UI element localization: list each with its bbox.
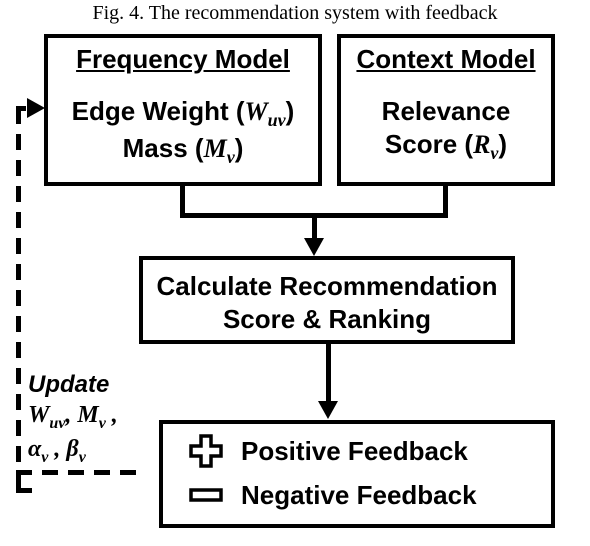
diagram-canvas: Fig. 4. The recommendation system with f… [0, 0, 590, 546]
plus-icon [189, 434, 223, 468]
sub-uv: uv [49, 415, 65, 432]
minus-icon [189, 478, 223, 512]
context-model-box: Context Model Relevance Score (Rv) [337, 34, 555, 186]
connector-line [312, 213, 317, 239]
var-m: M [77, 402, 98, 428]
text: Update [28, 371, 109, 398]
var-w: W [28, 402, 49, 428]
var-m: M [204, 134, 227, 163]
connector-line [443, 186, 448, 216]
text: ) [286, 96, 295, 126]
frequency-model-box: Frequency Model Edge Weight (Wuv) Mass (… [44, 34, 322, 186]
text: ) [498, 129, 507, 159]
positive-feedback-row: Positive Feedback [163, 434, 551, 468]
var-beta: β [66, 436, 78, 462]
context-model-title: Context Model [341, 44, 551, 75]
frequency-model-body: Edge Weight (Wuv) Mass (Mv) [48, 95, 318, 168]
calculate-box: Calculate Recommendation Score & Ranking [139, 256, 515, 344]
figure-caption: Fig. 4. The recommendation system with f… [0, 2, 590, 25]
calculate-body: Calculate Recommendation Score & Ranking [143, 260, 511, 345]
var-r: R [473, 130, 490, 159]
sub-uv: uv [268, 110, 286, 130]
sub-v: v [99, 415, 106, 432]
text: Calculate Recommendation [157, 271, 498, 301]
sub-v: v [79, 449, 86, 466]
sub-v: v [227, 147, 235, 167]
var-w: W [245, 97, 268, 126]
dashed-connector [16, 108, 21, 480]
text: Mass ( [123, 133, 204, 163]
positive-feedback-label: Positive Feedback [241, 436, 468, 467]
arrow-down-icon [318, 401, 338, 419]
arrow-right-icon [27, 98, 45, 118]
feedback-box: Positive Feedback Negative Feedback [159, 420, 555, 528]
text: Score ( [385, 129, 473, 159]
text: Relevance [382, 96, 511, 126]
frequency-model-title: Frequency Model [48, 44, 318, 75]
var-alpha: α [28, 436, 41, 462]
negative-feedback-label: Negative Feedback [241, 480, 477, 511]
context-model-body: Relevance Score (Rv) [341, 95, 551, 164]
dashed-connector [16, 470, 166, 475]
negative-feedback-row: Negative Feedback [163, 478, 551, 512]
update-label: Update Wuv, Mv , αv , βv [28, 370, 118, 468]
text: ) [235, 133, 244, 163]
arrow-down-icon [304, 238, 324, 256]
text: Edge Weight ( [72, 96, 245, 126]
connector-line [326, 344, 331, 402]
text: Score & Ranking [223, 304, 431, 334]
connector-line [180, 186, 185, 216]
